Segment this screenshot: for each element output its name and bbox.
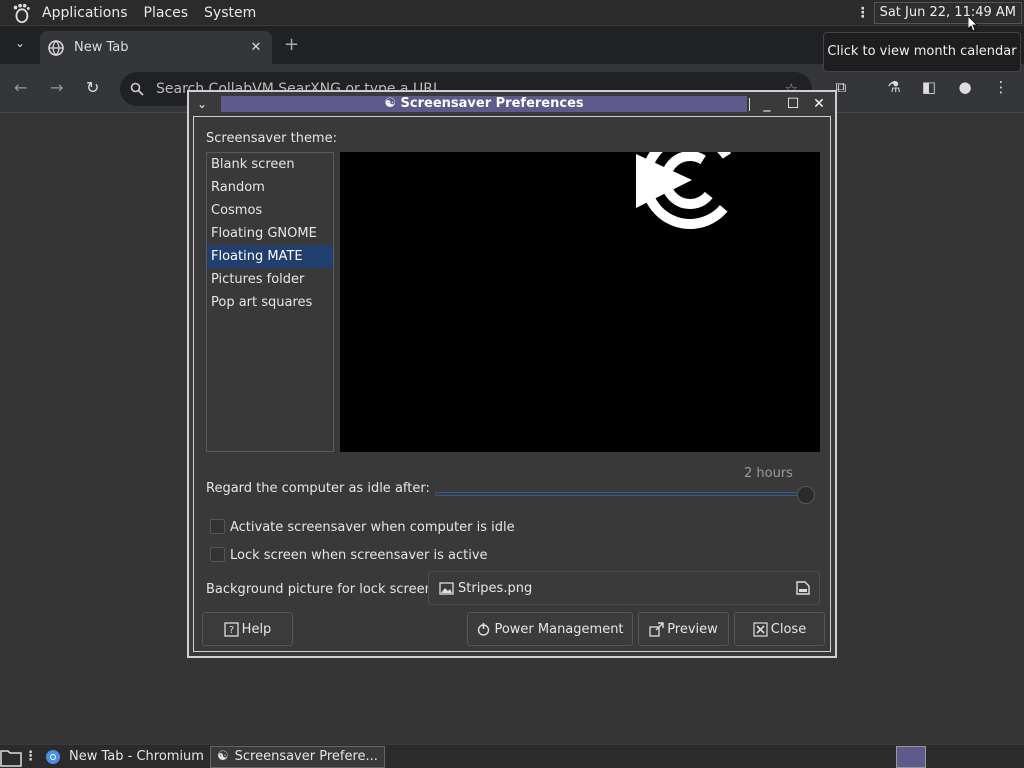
image-file-icon — [439, 581, 454, 595]
bg-picture-label: Background picture for lock screen: — [206, 582, 438, 597]
panel-handle-icon[interactable]: ⋮ — [24, 749, 37, 764]
bg-picture-chooser[interactable]: Stripes.png — [428, 571, 820, 605]
idle-slider[interactable] — [435, 492, 815, 496]
dialog-title-bar[interactable]: ☯ Screensaver Preferences — [221, 96, 747, 112]
theme-item-floating-gnome[interactable]: Floating GNOME — [207, 222, 333, 245]
svg-text:?: ? — [229, 625, 234, 636]
close-window-icon[interactable]: ✕ — [809, 94, 829, 114]
close-label: Close — [770, 621, 807, 637]
theme-item-pop-art-squares[interactable]: Pop art squares — [207, 291, 333, 314]
menu-system[interactable]: System — [196, 5, 264, 21]
mate-logo-icon — [636, 152, 739, 229]
taskbar-screensaver-label: Screensaver Prefere... — [234, 749, 378, 764]
profile-icon[interactable]: ● — [956, 78, 974, 96]
gnome-foot-icon[interactable] — [10, 2, 32, 24]
titlebar-separator — [749, 98, 750, 111]
lock-checkbox[interactable] — [210, 547, 225, 562]
clock-tooltip: Click to view month calendar — [823, 32, 1021, 72]
taskbar-item-screensaver[interactable]: ☯ Screensaver Prefere... — [209, 745, 385, 768]
fullscreen-preview-icon — [649, 621, 664, 637]
new-tab-plus-icon[interactable]: + — [284, 34, 299, 55]
help-button[interactable]: ? Help — [202, 612, 293, 646]
minimize-icon[interactable]: _ — [757, 94, 777, 114]
maximize-icon[interactable]: ☐ — [783, 94, 803, 114]
taskbar-item-chromium[interactable]: New Tab - Chromium — [39, 746, 210, 768]
theme-preview — [340, 152, 820, 452]
menu-places[interactable]: Places — [136, 5, 197, 21]
workspace-switcher[interactable] — [896, 746, 926, 768]
close-icon — [753, 621, 768, 637]
dialog-titlebar[interactable]: ⌄ ☯ Screensaver Preferences _ ☐ ✕ — [189, 92, 835, 116]
preview-label: Preview — [667, 621, 718, 637]
screensaver-taskbar-icon: ☯ — [216, 749, 229, 764]
idle-slider-knob[interactable] — [797, 486, 815, 504]
power-management-button[interactable]: Power Management — [467, 612, 633, 646]
back-arrow-icon[interactable]: ← — [14, 78, 27, 97]
close-button[interactable]: Close — [734, 612, 825, 646]
bottom-panel: ⋮ New Tab - Chromium ☯ Screensaver Prefe… — [0, 744, 1024, 768]
show-desktop-icon[interactable] — [0, 746, 22, 768]
theme-list[interactable]: Blank screen Random Cosmos Floating GNOM… — [206, 152, 334, 452]
globe-icon — [48, 39, 64, 56]
power-management-label: Power Management — [494, 621, 624, 637]
open-file-icon[interactable] — [795, 580, 811, 596]
tab-new-tab[interactable]: New Tab ✕ — [40, 31, 272, 64]
menu-applications[interactable]: Applications — [34, 5, 136, 21]
reload-icon[interactable]: ↻ — [86, 78, 99, 97]
activate-checkbox[interactable] — [210, 519, 225, 534]
dialog-title: Screensaver Preferences — [400, 96, 584, 111]
theme-label: Screensaver theme: — [206, 131, 337, 146]
panel-kebab-icon[interactable]: ⋮ — [856, 5, 870, 21]
help-label: Help — [241, 621, 272, 637]
chromium-icon — [46, 749, 60, 764]
tab-title: New Tab — [74, 40, 129, 55]
top-panel: Applications Places System ⋮ Sat Jun 22,… — [0, 0, 1024, 26]
power-icon — [478, 622, 490, 636]
theme-item-pictures-folder[interactable]: Pictures folder — [207, 268, 333, 291]
screensaver-app-icon: ☯ — [384, 96, 401, 111]
theme-item-blank-screen[interactable]: Blank screen — [207, 153, 333, 176]
bg-file-name: Stripes.png — [458, 580, 533, 596]
browser-menu-kebab-icon[interactable]: ⋮ — [992, 78, 1010, 96]
tab-close-icon[interactable]: ✕ — [246, 40, 266, 55]
theme-item-floating-mate[interactable]: Floating MATE — [207, 245, 333, 268]
theme-item-random[interactable]: Random — [207, 176, 333, 199]
mouse-cursor-icon — [968, 16, 978, 32]
clock[interactable]: Sat Jun 22, 11:49 AM — [873, 2, 1022, 24]
idle-value: 2 hours — [744, 466, 793, 481]
taskbar-chromium-label: New Tab - Chromium — [69, 749, 204, 764]
tab-search-chevron-icon[interactable]: ⌄ — [12, 36, 28, 52]
lock-label[interactable]: Lock screen when screensaver is active — [230, 548, 488, 563]
side-panel-icon[interactable]: ◧ — [920, 78, 938, 96]
screensaver-dialog: ⌄ ☯ Screensaver Preferences _ ☐ ✕ Screen… — [187, 90, 837, 658]
theme-item-cosmos[interactable]: Cosmos — [207, 199, 333, 222]
activate-label[interactable]: Activate screensaver when computer is id… — [230, 520, 515, 535]
menu-bar: Applications Places System — [0, 0, 264, 26]
forward-arrow-icon[interactable]: → — [50, 78, 63, 97]
search-icon — [130, 82, 144, 96]
preview-button[interactable]: Preview — [638, 612, 729, 646]
idle-label: Regard the computer as idle after: — [206, 481, 430, 496]
labs-flask-icon[interactable]: ⚗ — [885, 78, 903, 96]
window-menu-chevron-icon[interactable]: ⌄ — [189, 97, 215, 111]
help-icon: ? — [224, 621, 239, 637]
